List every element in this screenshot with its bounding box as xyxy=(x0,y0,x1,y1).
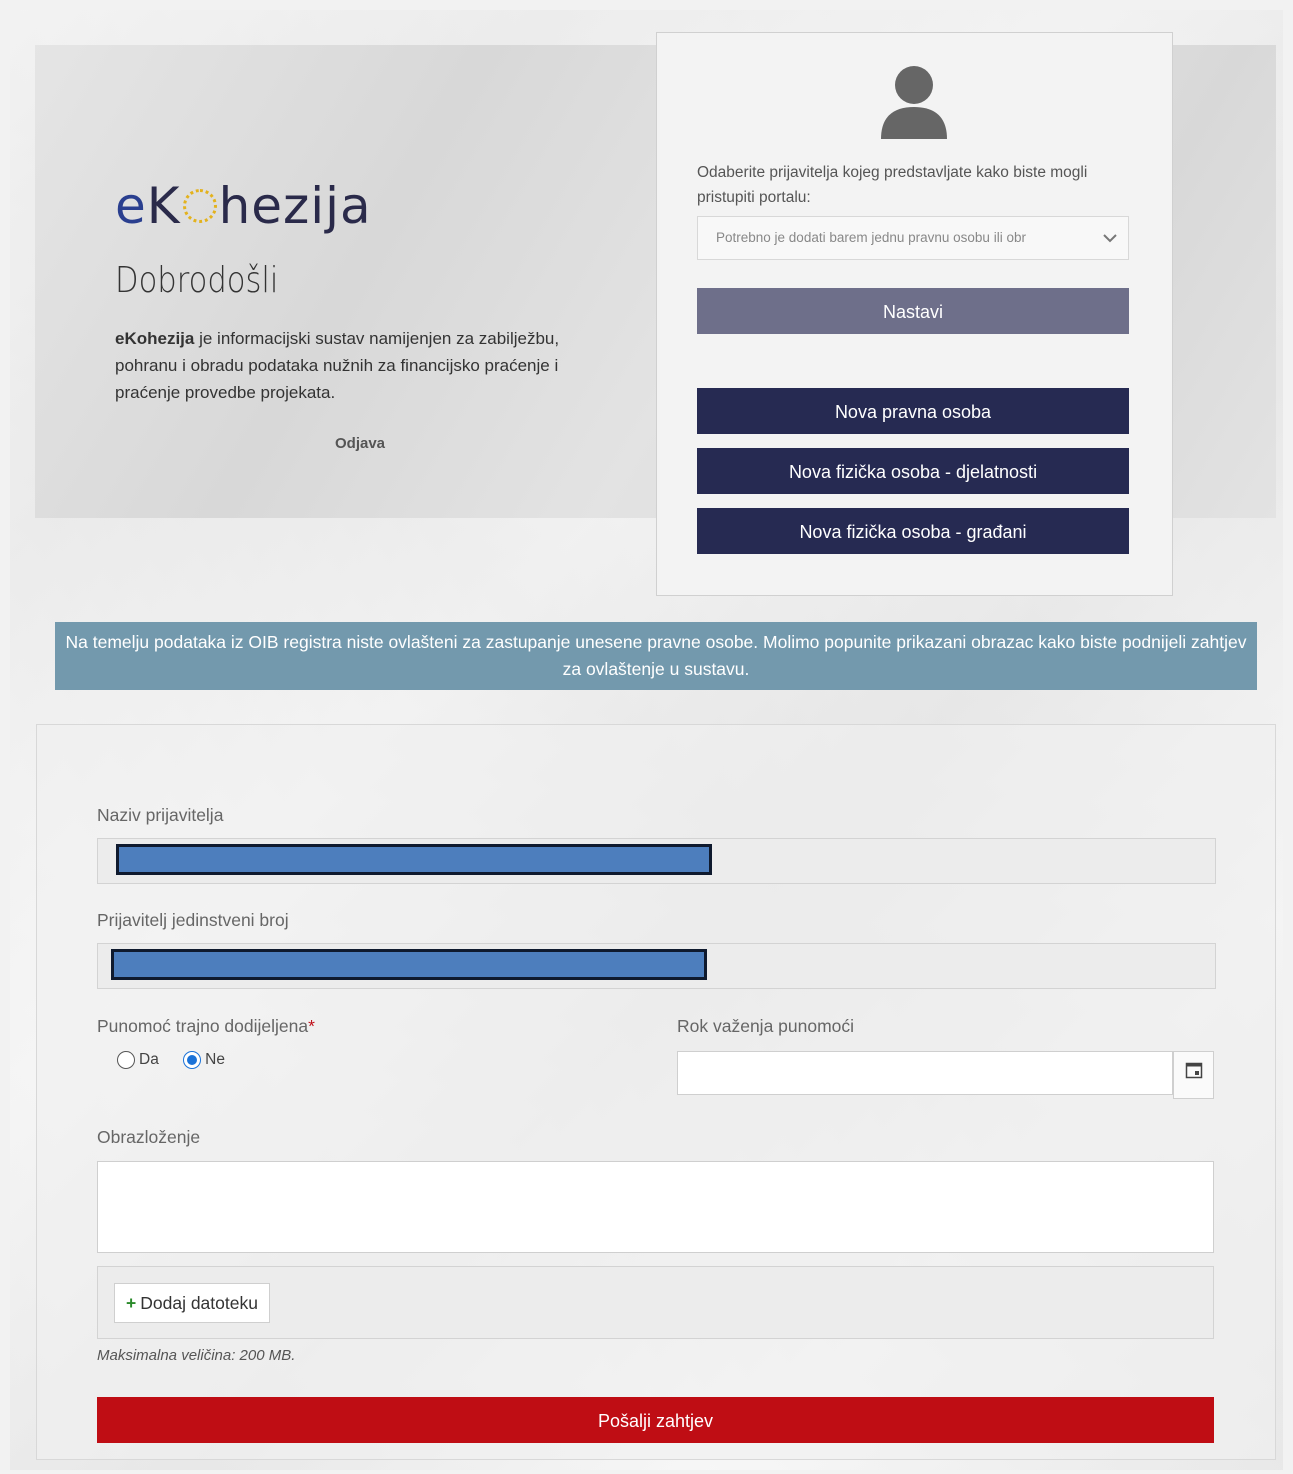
applicant-name-field xyxy=(97,838,1216,884)
new-legal-entity-button[interactable]: Nova pravna osoba xyxy=(697,388,1129,434)
continue-button[interactable]: Nastavi xyxy=(697,288,1129,334)
radio-yes-label: Da xyxy=(139,1051,159,1068)
max-file-size-note: Maksimalna veličina: 200 MB. xyxy=(97,1347,296,1364)
page-background: eK hezija Dobrodošli eKohezija je informa… xyxy=(10,10,1283,1470)
add-file-button[interactable]: + Dodaj datoteku xyxy=(114,1283,270,1323)
applicant-prompt: Odaberite prijavitelja kojeg predstavlja… xyxy=(697,164,1088,206)
user-icon xyxy=(879,65,949,141)
authorization-request-form: Naziv prijavitelja Prijavitelj jedinstve… xyxy=(36,724,1276,1460)
welcome-description: eKohezija je informacijski sustav namije… xyxy=(115,325,575,406)
permanent-authorization-label: Punomoć trajno dodijeljena* xyxy=(97,1016,315,1036)
applicant-id-field xyxy=(97,943,1216,989)
explanation-label: Obrazloženje xyxy=(97,1127,201,1147)
new-natural-person-business-button[interactable]: Nova fizička osoba - djelatnosti xyxy=(697,448,1129,494)
redaction-box xyxy=(111,949,707,980)
explanation-textarea[interactable] xyxy=(97,1161,1214,1253)
chevron-down-icon xyxy=(1100,217,1120,259)
permanent-authorization-radio-group: Da Ne xyxy=(117,1051,245,1069)
redaction-box xyxy=(116,844,712,875)
logout-link[interactable]: Odjava xyxy=(335,435,385,452)
required-mark: * xyxy=(308,1016,315,1036)
radio-yes[interactable] xyxy=(117,1051,135,1069)
welcome-title: Dobrodošli xyxy=(115,260,279,301)
calendar-icon[interactable] xyxy=(1173,1051,1214,1099)
file-upload-area: + Dodaj datoteku xyxy=(97,1266,1214,1339)
validity-date-input[interactable] xyxy=(677,1051,1173,1095)
applicant-select[interactable]: Potrebno je dodati barem jednu pravnu os… xyxy=(697,216,1129,260)
applicant-select-card: Odaberite prijavitelja kojeg predstavlja… xyxy=(656,32,1173,596)
applicant-name-label: Naziv prijavitelja xyxy=(97,805,224,825)
applicant-select-value: Potrebno je dodati barem jednu pravnu os… xyxy=(716,230,1026,245)
plus-icon: + xyxy=(126,1293,137,1313)
applicant-id-label: Prijavitelj jedinstveni broj xyxy=(97,910,289,930)
radio-no[interactable] xyxy=(183,1051,202,1069)
validity-date-label: Rok važenja punomoći xyxy=(677,1016,855,1036)
authorization-info-banner: Na temelju podataka iz OIB registra nist… xyxy=(55,622,1257,690)
ekohezija-logo: eK hezija xyxy=(115,177,372,235)
submit-request-button[interactable]: Pošalji zahtjev xyxy=(97,1397,1214,1443)
welcome-brand: eKohezija xyxy=(115,329,195,348)
radio-no-label: Ne xyxy=(205,1051,225,1068)
new-natural-person-citizens-button[interactable]: Nova fizička osoba - građani xyxy=(697,508,1129,554)
